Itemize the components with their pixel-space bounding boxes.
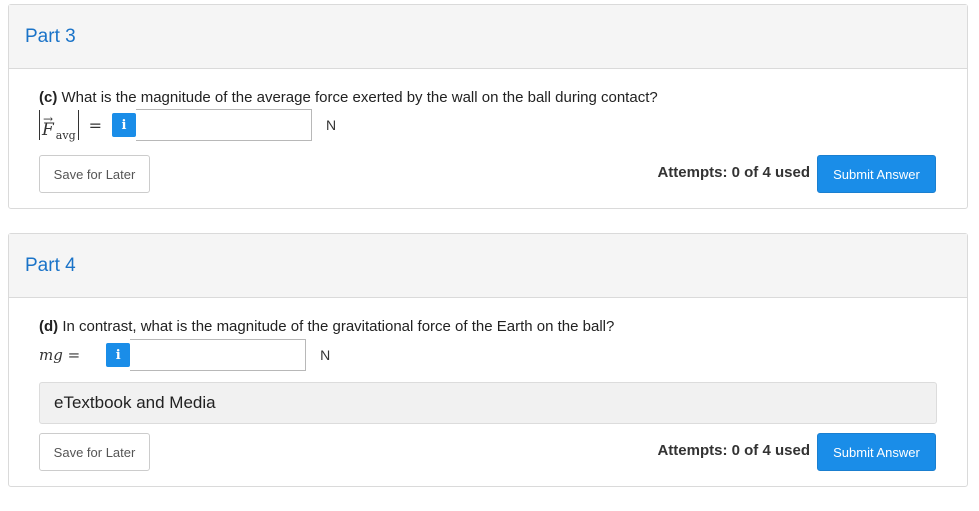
abs-bar-right [77,110,79,140]
save-for-later-button[interactable]: Save for Later [39,433,150,471]
vector-f: → F avg [42,112,76,142]
part-4-answer-input[interactable] [130,339,307,371]
part-4-header: Part 4 [9,234,967,298]
part-3-question: (c) What is the magnitude of the average… [39,89,658,106]
submit-answer-button[interactable]: Submit Answer [817,433,936,471]
save-for-later-button[interactable]: Save for Later [39,155,150,193]
equals-sign: = [88,115,103,135]
etextbook-and-media-section[interactable]: eTextbook and Media [39,382,937,424]
mg-label: mg = [39,346,81,364]
question-prefix: (d) [39,318,59,335]
attempts-counter: Attempts: 0 of 4 used [657,442,810,459]
question-prefix: (c) [39,89,58,106]
submit-answer-button[interactable]: Submit Answer [817,155,936,193]
part-4-answer-row: mg = i N [39,339,330,371]
part-4-panel: Part 4 (d) In contrast, what is the magn… [8,233,968,487]
part-3-title: Part 3 [25,25,76,47]
question-text: What is the magnitude of the average for… [57,89,658,106]
f-avg-label: → F avg [39,110,79,142]
part-4-title: Part 4 [25,254,76,276]
part-3-answer-input[interactable] [136,109,313,141]
unit-label: N [320,347,331,363]
info-icon[interactable]: i [106,343,131,367]
info-icon[interactable]: i [112,113,137,137]
part-3-header: Part 3 [9,5,967,69]
vector-arrow-icon: → [43,112,54,126]
part-3-panel: Part 3 (c) What is the magnitude of the … [8,4,968,209]
attempts-counter: Attempts: 0 of 4 used [657,164,810,181]
part-3-answer-row: → F avg = i N [39,109,337,142]
unit-label: N [326,117,337,133]
question-text: In contrast, what is the magnitude of th… [58,318,615,335]
part-4-question: (d) In contrast, what is the magnitude o… [39,318,614,335]
